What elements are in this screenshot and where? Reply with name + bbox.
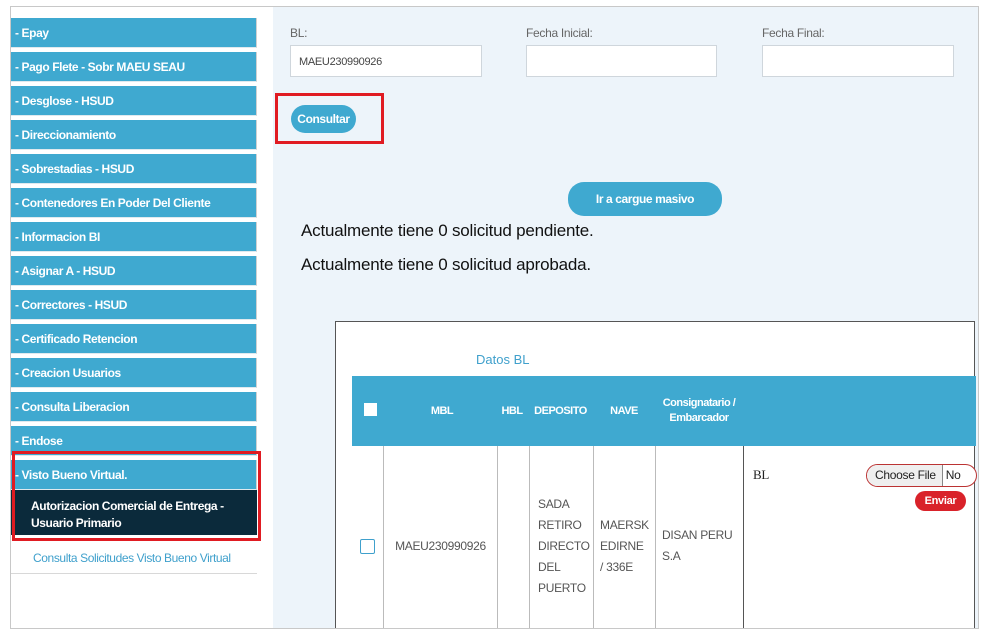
column-header-mbl: MBL	[430, 404, 454, 417]
fecha-final-input[interactable]	[762, 45, 954, 77]
file-input[interactable]: Choose File No	[866, 464, 977, 487]
sidebar-item-certificado-retencion[interactable]: - Certificado Retencion	[11, 324, 257, 354]
table-header: MBL HBL DEPOSITO NAVE Consignatario / Em…	[352, 376, 976, 446]
row-checkbox-cell	[352, 446, 383, 628]
sidebar-item-contenedores[interactable]: - Contenedores En Poder Del Cliente	[11, 188, 257, 218]
bl-input[interactable]: MAEU230990926	[290, 45, 482, 77]
pending-requests-message: Actualmente tiene 0 solicitud pendiente.	[301, 221, 594, 240]
fecha-inicial-label: Fecha Inicial:	[526, 26, 593, 40]
sidebar: - Epay - Pago Flete - Sobr MAEU SEAU - D…	[11, 7, 261, 628]
sidebar-item-informacion-bi[interactable]: - Informacion BI	[11, 222, 257, 252]
cell-consignatario: DISAN PERU S.A	[655, 446, 743, 628]
no-file-text: No	[945, 468, 961, 482]
sidebar-item-sobrestadias[interactable]: - Sobrestadias - HSUD	[11, 154, 257, 184]
sidebar-item-direccionamiento[interactable]: - Direccionamiento	[11, 120, 257, 150]
highlight-box-consultar	[275, 93, 384, 144]
datos-bl-title: Datos BL	[476, 352, 530, 367]
cell-deposito: SADA RETIRO DIRECTO DEL PUERTO	[529, 446, 593, 628]
datos-bl-panel: Datos BL MBL HBL DEPOSITO NAVE Consignat…	[335, 321, 977, 628]
approved-requests-message: Actualmente tiene 0 solicitud aprobada.	[301, 255, 591, 274]
sidebar-item-desglose[interactable]: - Desglose - HSUD	[11, 86, 257, 116]
sidebar-item-correctores[interactable]: - Correctores - HSUD	[11, 290, 257, 320]
row-checkbox[interactable]	[360, 538, 375, 554]
sidebar-item-creacion-usuarios[interactable]: - Creacion Usuarios	[11, 358, 257, 388]
choose-file-button[interactable]: Choose File	[867, 465, 943, 486]
cell-hbl	[497, 446, 529, 628]
column-header-consignatario: Consignatario / Embarcador	[662, 397, 736, 424]
sidebar-item-consulta-liberacion[interactable]: - Consulta Liberacion	[11, 392, 257, 422]
column-header-nave: NAVE	[610, 404, 638, 417]
enviar-button[interactable]: Enviar	[915, 491, 966, 511]
sidebar-item-epay[interactable]: - Epay	[11, 18, 257, 48]
upload-bl-label: BL	[753, 467, 770, 482]
column-header-hbl: HBL	[501, 404, 523, 417]
app-window: - Epay - Pago Flete - Sobr MAEU SEAU - D…	[10, 6, 979, 629]
cell-mbl: MAEU230990926	[383, 446, 497, 628]
main-content: BL: MAEU230990926 Fecha Inicial: Fecha F…	[273, 7, 978, 628]
cargue-masivo-button[interactable]: Ir a cargue masivo	[568, 182, 722, 216]
select-all-checkbox[interactable]	[364, 403, 377, 416]
highlight-box-visto-bueno	[12, 451, 261, 541]
sidebar-subitem-consulta-solicitudes[interactable]: Consulta Solicitudes Visto Bueno Virtual	[11, 542, 257, 574]
column-header-deposito: DEPOSITO	[534, 404, 587, 417]
fecha-final-label: Fecha Final:	[762, 26, 825, 40]
sidebar-item-pago-flete[interactable]: - Pago Flete - Sobr MAEU SEAU	[11, 52, 257, 82]
sidebar-item-asignar[interactable]: - Asignar A - HSUD	[11, 256, 257, 286]
bl-label: BL:	[290, 26, 308, 40]
cell-nave: MAERSK EDIRNE / 336E	[593, 446, 655, 628]
fecha-inicial-input[interactable]	[526, 45, 717, 77]
cell-upload: BL Choose File No Enviar	[743, 446, 977, 628]
